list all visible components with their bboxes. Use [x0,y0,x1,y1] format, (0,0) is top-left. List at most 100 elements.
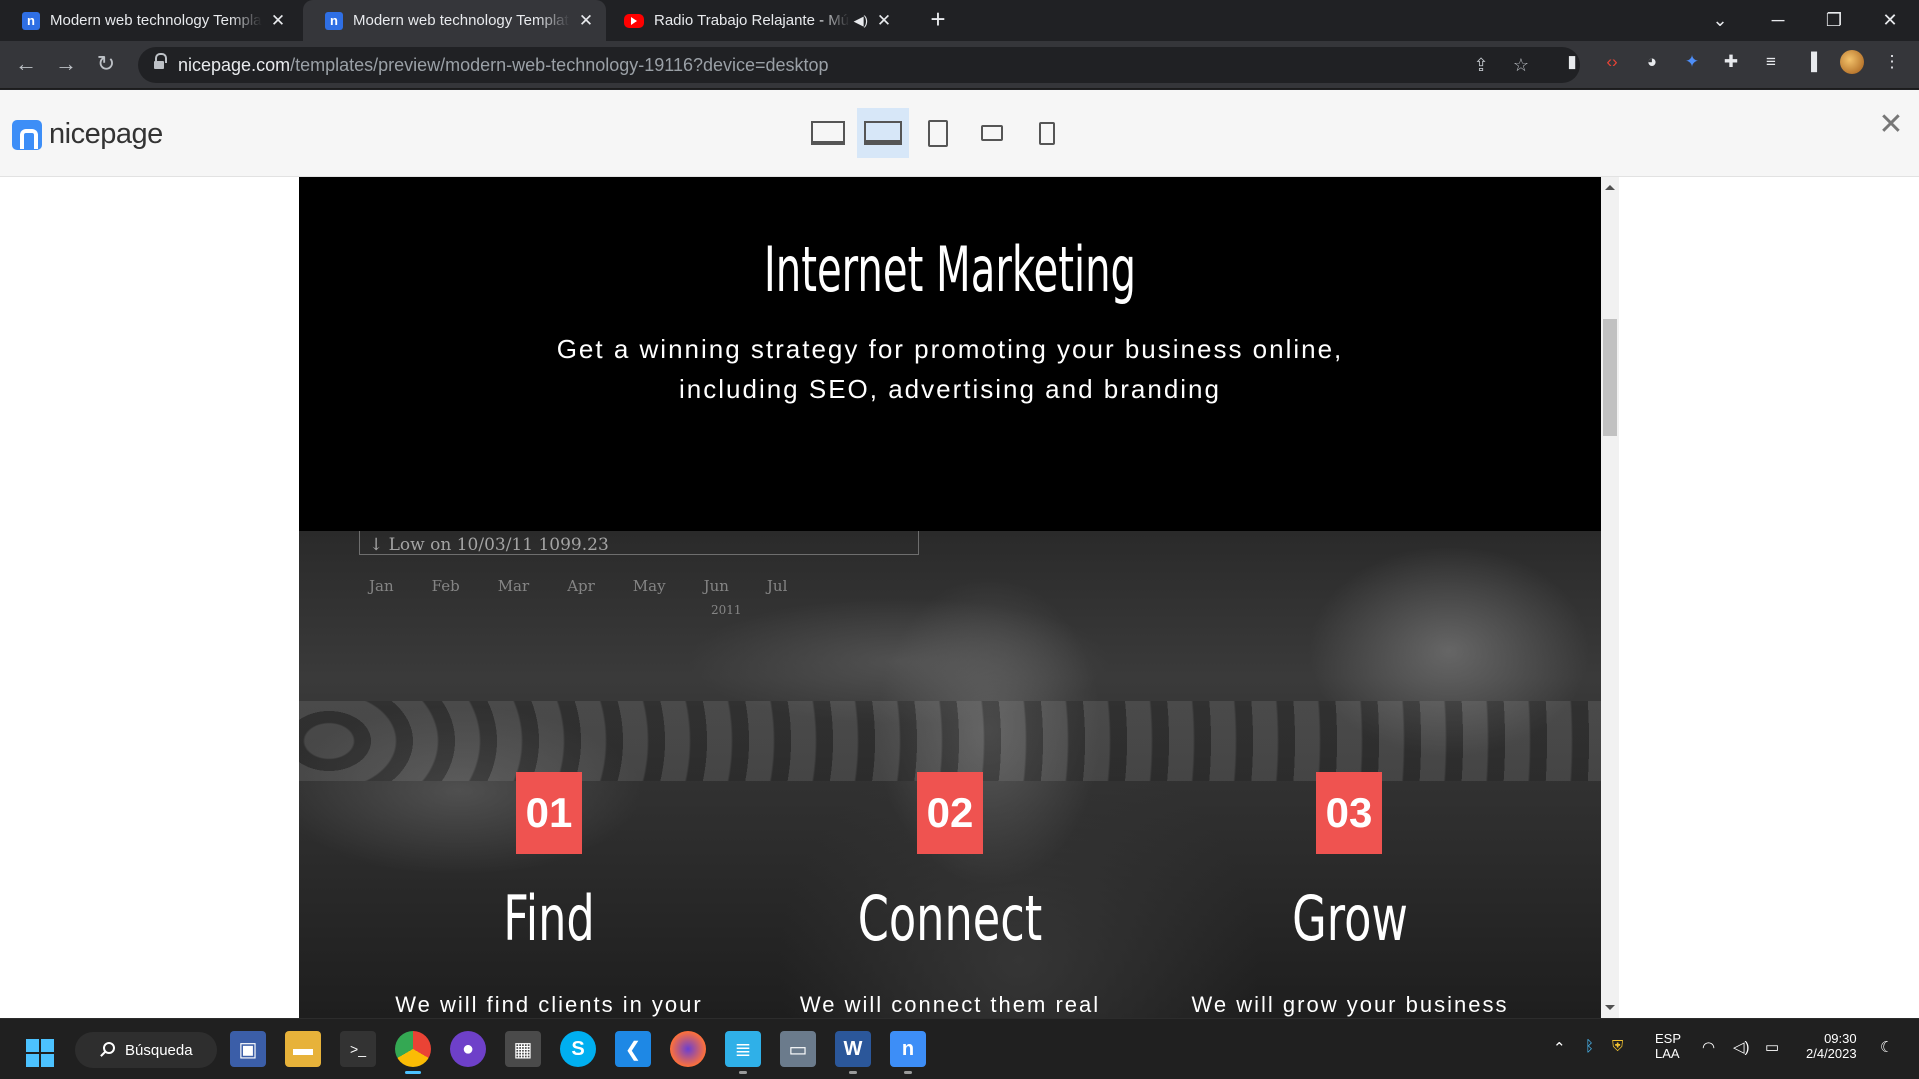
side-panel-icon[interactable]: ▐ [1799,50,1823,74]
url-text[interactable]: nicepage.com/templates/preview/modern-we… [178,55,829,76]
close-tab-icon[interactable]: ✕ [576,11,596,31]
screen-chart-months: Jan Feb Mar Apr May Jun Jul [369,577,787,595]
word-icon[interactable]: W [835,1031,871,1074]
notifications-icon[interactable]: ☾ [1880,1038,1893,1056]
extension-code-icon[interactable]: ‹› [1600,50,1624,74]
bluetooth-icon[interactable]: ᛒ [1585,1038,1594,1055]
page-scrollbar[interactable] [1601,177,1619,1018]
step-number-badge: 03 [1316,772,1382,854]
browser-tab-1[interactable]: n Modern web technology Templat ✕ [0,0,298,41]
scrollbar-thumb[interactable] [1603,319,1617,436]
file-explorer-icon[interactable]: ▬ [285,1031,321,1067]
notepad-icon[interactable]: ≣ [725,1031,761,1074]
extension-color-icon[interactable]: ◕ [1640,50,1664,74]
subtitle-line-1: Get a winning strategy for promoting you… [556,334,1344,364]
month-label: Jun [703,577,729,595]
taskbar-search-label: Búsqueda [125,1041,193,1059]
tab-title: Radio Trabajo Relajante - Mú [654,12,850,29]
language-code: ESP [1655,1031,1682,1046]
nicepage-logo-icon [12,119,42,150]
step-number-badge: 01 [516,772,582,854]
extension-reader-icon[interactable]: ▮ [1560,50,1584,74]
desktop-icon [811,121,845,145]
tab-title: Modern web technology Templat [50,12,262,29]
vscode-icon[interactable]: ❮ [615,1031,651,1067]
step-name: Connect [857,882,1043,955]
vm-app-icon[interactable]: ▭ [780,1031,816,1067]
forward-icon[interactable]: → [52,51,80,79]
extension-translate-icon[interactable]: ✦ [1680,50,1704,74]
battery-icon[interactable]: ▭ [1765,1038,1779,1056]
device-tablet-landscape-button[interactable] [966,108,1018,158]
device-desktop-button[interactable] [802,108,854,158]
nicepage-logo[interactable]: nicepage [12,118,163,151]
file-manager-app-icon[interactable]: ▣ [230,1031,266,1067]
nicepage-preview-header: nicepage [0,90,1919,177]
step-description: We will grow your business [1191,992,1509,1017]
skype-icon[interactable]: S [560,1031,596,1067]
calculator-icon[interactable]: ▦ [505,1031,541,1067]
device-tablet-button[interactable] [912,108,964,158]
browser-tab-2[interactable]: n Modern web technology Templat ✕ [303,0,606,41]
windows-start-icon[interactable] [26,1039,54,1067]
clock[interactable]: 09:30 2/4/2023 [1806,1031,1857,1061]
month-label: Feb [431,577,460,595]
taskbar-search[interactable]: Búsqueda [75,1032,217,1068]
language-indicator[interactable]: ESP LAA [1655,1031,1681,1061]
profile-avatar[interactable] [1840,50,1864,74]
restore-button[interactable]: ❐ [1806,0,1862,41]
month-label: Jul [766,577,788,595]
new-tab-button[interactable]: + [922,4,954,36]
browser-menu-icon[interactable]: ⋮ [1880,50,1904,74]
back-icon[interactable]: ← [12,51,40,79]
step-name: Find [503,882,595,955]
scroll-down-arrow-icon[interactable] [1605,1005,1615,1010]
close-tab-icon[interactable]: ✕ [874,11,894,31]
clock-time: 09:30 [1824,1031,1857,1046]
nicepage-favicon-icon: n [325,11,343,30]
youtube-favicon-icon [624,13,644,28]
show-hidden-icons-chevron-icon[interactable]: ⌃ [1553,1039,1566,1057]
device-laptop-button[interactable] [857,108,909,158]
month-label: Mar [497,577,530,595]
screen-chart-caption: ↓ Low on 10/03/11 1099.23 [369,535,609,555]
tab-search-icon[interactable]: ⌄ [1692,0,1748,41]
reload-icon[interactable]: ↻ [92,51,120,79]
month-label: Jan [369,577,394,595]
tab-title: Modern web technology Templat [353,12,569,29]
month-label: May [632,577,666,595]
hero-section: Internet Marketing Get a winning strateg… [299,177,1601,531]
device-phone-button[interactable] [1021,108,1073,158]
security-warning-icon[interactable]: ⛨ [1612,1038,1623,1055]
screen-chart-year: 2011 [711,603,742,617]
terminal-icon[interactable]: >_ [340,1031,376,1067]
scroll-up-arrow-icon[interactable] [1605,185,1615,190]
browser-tab-3[interactable]: Radio Trabajo Relajante - Mú ◀) ✕ [602,0,904,41]
close-window-button[interactable]: ✕ [1862,0,1918,41]
browser-toolbar: ← → ↻ nicepage.com/templates/preview/mod… [0,41,1919,89]
step-number-badge: 02 [917,772,983,854]
search-icon [103,1042,115,1054]
laptop-icon [864,121,902,145]
chrome-icon[interactable] [395,1031,431,1074]
volume-icon[interactable]: ◁) [1733,1038,1750,1056]
share-icon[interactable]: ⇪ [1470,54,1492,76]
step-name: Grow [1292,882,1408,955]
address-bar[interactable]: nicepage.com/templates/preview/modern-we… [138,47,1580,83]
minimize-button[interactable]: ─ [1750,0,1806,41]
media-control-icon[interactable]: ≡ [1759,50,1783,74]
nicepage-logo-text: nicepage [49,118,163,150]
nicepage-favicon-icon: n [22,11,40,30]
extensions-puzzle-icon[interactable]: ✚ [1719,50,1743,74]
close-tab-icon[interactable]: ✕ [268,11,288,31]
firefox-icon[interactable] [670,1031,706,1067]
close-preview-icon[interactable]: ✕ [1876,110,1906,140]
windows-taskbar: Búsqueda ▣ ▬ >_ ● ▦ S ❮ ≣ ▭ W n ⌃ ᛒ ⛨ ES… [0,1018,1919,1079]
nicepage-app-icon[interactable]: n [890,1031,926,1074]
audio-playing-icon[interactable]: ◀) [854,13,868,29]
wifi-icon[interactable]: ◠ [1702,1038,1715,1056]
lock-icon[interactable] [154,53,167,70]
subtitle-line-2: including SEO, advertising and branding [679,374,1221,404]
github-desktop-icon[interactable]: ● [450,1031,486,1067]
bookmark-star-icon[interactable]: ☆ [1510,54,1532,76]
